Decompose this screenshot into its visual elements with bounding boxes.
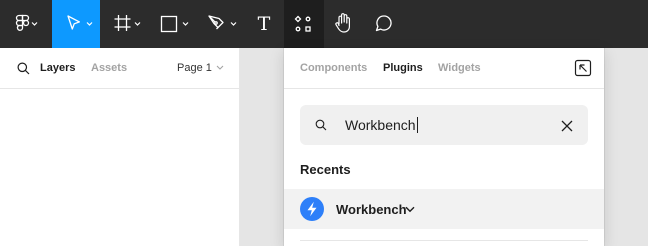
chevron-down-icon[interactable] (216, 65, 224, 71)
comment-tool-button[interactable] (364, 0, 404, 48)
recents-heading: Recents (300, 162, 351, 177)
left-panel: Layers Assets Page 1 (0, 48, 240, 246)
list-item-plugin[interactable]: Workbench (284, 189, 604, 229)
divider (300, 240, 588, 241)
chevron-down-icon (86, 22, 93, 26)
main-menu-button[interactable] (0, 0, 52, 48)
plugin-search-input[interactable]: Workbench (300, 105, 588, 145)
toolbar: T (0, 0, 648, 48)
plugin-name[interactable]: Workbench (336, 202, 407, 217)
hand-tool-button[interactable] (324, 0, 364, 48)
text-tool-button[interactable]: T (244, 0, 284, 48)
resources-tabs: Components Plugins Widgets (284, 48, 604, 89)
page-selector[interactable]: Page 1 (177, 62, 212, 75)
chevron-down-icon (182, 22, 189, 26)
comment-bubble-icon (375, 15, 392, 32)
search-icon[interactable] (17, 62, 30, 75)
tab-layers[interactable]: Layers (40, 62, 75, 75)
tab-assets[interactable]: Assets (91, 62, 127, 75)
frame-hash-icon (114, 15, 141, 31)
clear-search-icon[interactable] (561, 120, 573, 132)
figma-logo-icon (15, 14, 38, 31)
move-tool-button[interactable] (52, 0, 100, 48)
pen-nib-icon (208, 15, 237, 30)
search-icon (315, 119, 327, 131)
rectangle-icon (160, 15, 189, 33)
text-caret (416, 117, 418, 133)
chevron-down-icon (31, 22, 38, 26)
detach-panel-icon[interactable] (574, 59, 592, 77)
text-t-icon: T (257, 13, 271, 35)
tab-widgets[interactable]: Widgets (438, 62, 481, 75)
tab-plugins[interactable]: Plugins (383, 62, 423, 75)
search-value: Workbench (345, 117, 416, 133)
shape-tool-button[interactable] (148, 0, 196, 48)
chevron-down-icon (230, 22, 237, 26)
hand-icon (335, 13, 350, 33)
resources-button[interactable] (284, 0, 324, 48)
chevron-down-icon[interactable] (405, 206, 415, 213)
move-arrow-icon (67, 15, 93, 30)
workbench-bolt-icon (300, 197, 324, 221)
left-panel-header: Layers Assets Page 1 (0, 48, 240, 89)
tab-components[interactable]: Components (300, 62, 367, 75)
resources-panel: Components Plugins Widgets Workbench Rec… (284, 48, 604, 246)
chevron-down-icon (134, 22, 141, 26)
resources-icon (294, 15, 311, 32)
pen-tool-button[interactable] (196, 0, 244, 48)
frame-tool-button[interactable] (100, 0, 148, 48)
search-field-text[interactable]: Workbench (345, 117, 418, 133)
